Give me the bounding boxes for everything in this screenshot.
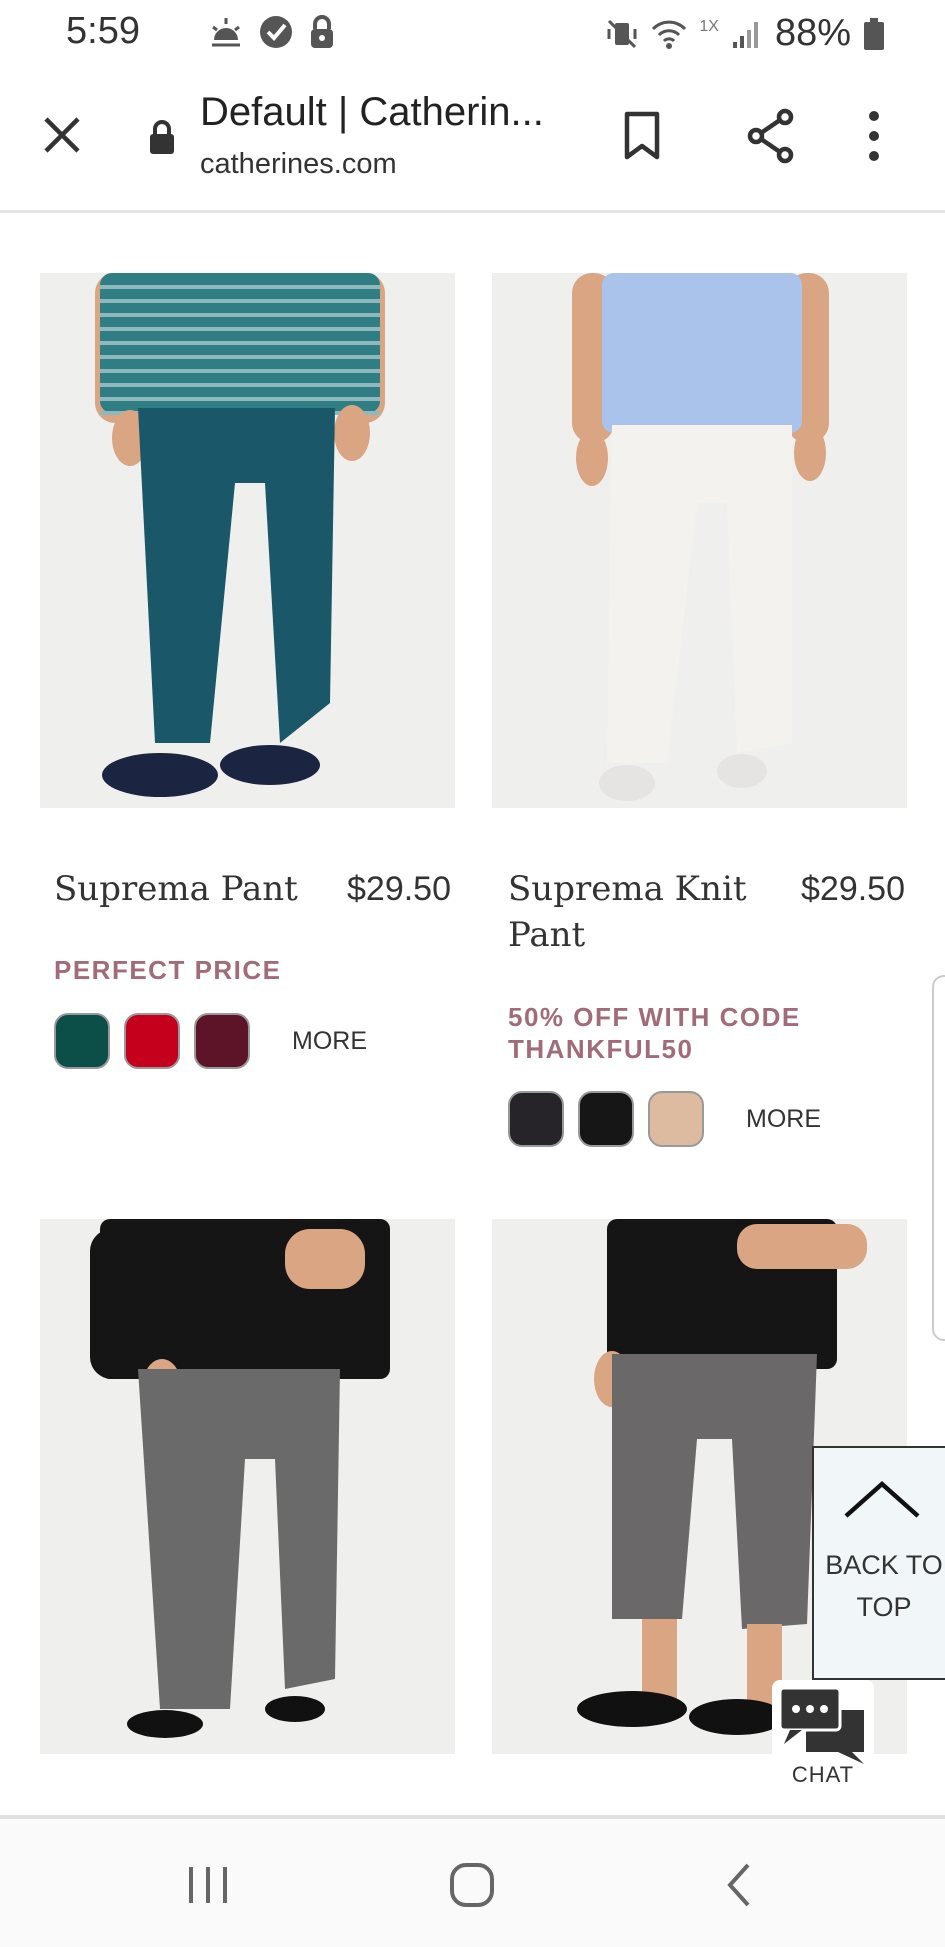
share-icon[interactable]	[745, 108, 797, 164]
browser-toolbar: Default | Catherin... catherines.com	[0, 68, 945, 213]
status-system-icons: 1X 88%	[605, 12, 885, 55]
model-figure	[572, 273, 829, 801]
product-name[interactable]: Suprema Pant	[54, 866, 298, 912]
more-colors-link[interactable]: MORE	[746, 1105, 821, 1134]
status-time: 5:59	[66, 10, 140, 52]
battery-icon	[864, 17, 884, 50]
back-to-top-label: BACK TO TOP	[825, 1550, 943, 1622]
more-colors-link[interactable]: MORE	[292, 1027, 367, 1056]
home-icon[interactable]	[448, 1861, 496, 1909]
color-swatch[interactable]	[508, 1091, 564, 1147]
shirt-stripe	[100, 383, 380, 387]
product-price: $29.50	[347, 870, 451, 908]
vibrate-mute-icon	[607, 19, 637, 48]
back-to-top-button[interactable]: BACK TO TOP	[812, 1446, 945, 1680]
status-bar: 5:59 1X 88%	[0, 0, 945, 68]
recent-apps-icon[interactable]	[186, 1863, 232, 1907]
product-price: $29.50	[801, 870, 905, 908]
more-options-icon[interactable]	[866, 108, 882, 164]
chevron-up-icon	[844, 1480, 920, 1518]
color-swatch[interactable]	[54, 1013, 110, 1069]
network-type-label: 1X	[699, 17, 719, 35]
product-image[interactable]	[40, 273, 455, 808]
wifi-icon	[652, 20, 687, 49]
page-title[interactable]: Default | Catherin...	[200, 90, 544, 135]
secure-lock-icon[interactable]	[147, 118, 177, 156]
verified-check-icon	[260, 16, 292, 48]
weather-icon	[212, 18, 240, 47]
shirt-stripe	[100, 341, 380, 345]
system-nav-bar	[0, 1815, 945, 1947]
color-swatch[interactable]	[124, 1013, 180, 1069]
shirt-stripe	[100, 327, 380, 331]
shirt-stripe	[100, 369, 380, 373]
side-panel-handle[interactable]	[932, 975, 945, 1341]
shirt-stripe	[100, 397, 380, 401]
product-name[interactable]: Suprema Knit Pant	[508, 866, 748, 958]
shirt-stripe	[100, 355, 380, 359]
product-image[interactable]	[40, 1219, 455, 1754]
color-swatch[interactable]	[194, 1013, 250, 1069]
color-swatches: MORE	[54, 1013, 367, 1069]
color-swatch[interactable]	[578, 1091, 634, 1147]
back-icon[interactable]	[724, 1861, 754, 1909]
product-image[interactable]	[492, 273, 907, 808]
shirt-stripe	[100, 299, 380, 303]
model-figure	[95, 273, 385, 797]
color-swatch[interactable]	[648, 1091, 704, 1147]
color-swatches: MORE	[508, 1091, 821, 1147]
product-promo: PERFECT PRICE	[54, 955, 282, 985]
chat-label: CHAT	[791, 1762, 855, 1787]
close-icon[interactable]	[40, 113, 84, 157]
shirt-stripe	[100, 313, 380, 317]
signal-icon	[732, 21, 758, 48]
chat-button[interactable]: CHAT	[772, 1680, 874, 1794]
model-figure	[90, 1219, 390, 1738]
shirt-stripe	[100, 285, 380, 289]
lock-status-icon	[311, 15, 333, 48]
page-url[interactable]: catherines.com	[200, 148, 397, 181]
battery-percent: 88%	[774, 12, 851, 54]
bookmark-icon[interactable]	[622, 110, 662, 162]
status-notification-icons	[208, 14, 336, 50]
product-promo: 50% OFF WITH CODE THANKFUL50	[508, 1002, 801, 1064]
chat-bubbles-icon	[778, 1686, 864, 1764]
